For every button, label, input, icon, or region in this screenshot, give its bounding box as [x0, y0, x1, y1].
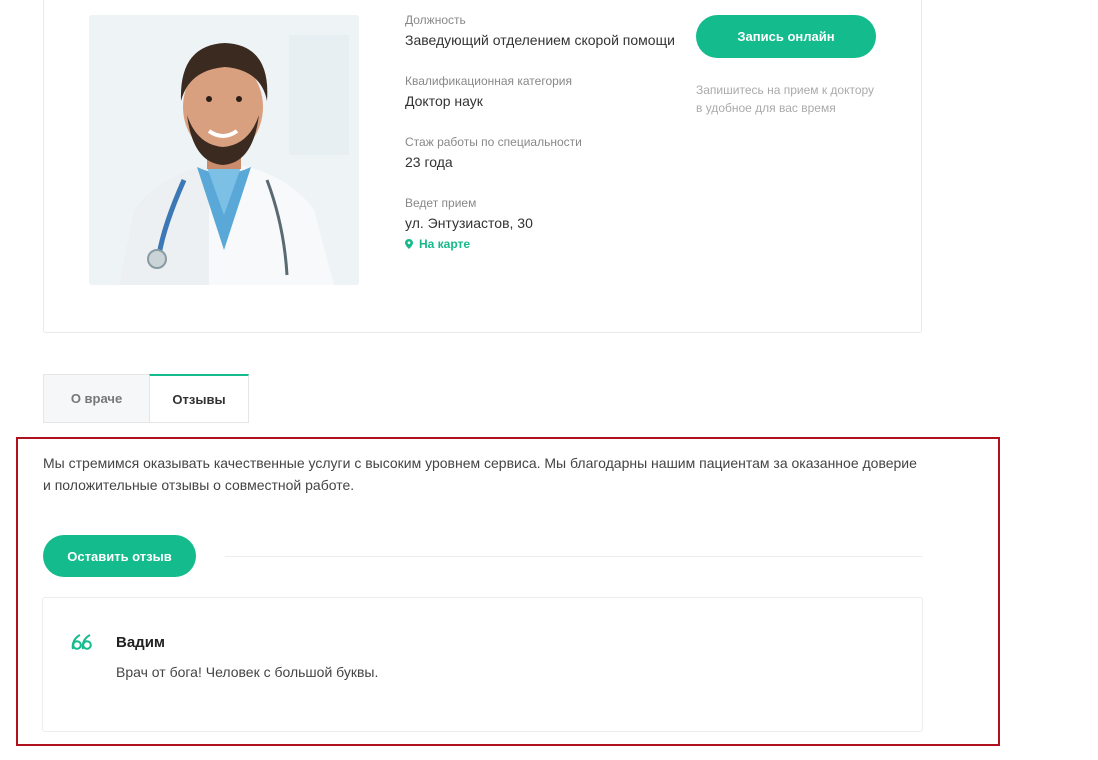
- reviewer-name: Вадим: [116, 634, 166, 651]
- map-link[interactable]: На карте: [405, 237, 675, 251]
- map-link-label: На карте: [419, 237, 471, 251]
- review-text: Врач от бога! Человек с большой буквы.: [116, 664, 379, 680]
- address-value: ул. Энтузиастов, 30: [405, 215, 533, 231]
- divider: [225, 556, 922, 557]
- review-card: Вадим Врач от бога! Человек с большой бу…: [42, 597, 923, 732]
- doctor-photo: [89, 15, 359, 285]
- position-value: Заведующий отделением скорой помощи: [405, 32, 675, 48]
- leave-review-button[interactable]: Оставить отзыв: [43, 535, 196, 577]
- category-label: Квалификационная категория: [405, 74, 573, 88]
- reviews-intro: Мы стремимся оказывать качественные услу…: [43, 455, 917, 493]
- experience-label: Стаж работы по специальности: [405, 135, 582, 149]
- quote-icon: [71, 634, 92, 650]
- doctor-info: Должность Заведующий отделением скорой п…: [405, 12, 675, 273]
- map-pin-icon: [405, 239, 413, 249]
- tabs: О враче Отзывы: [43, 374, 249, 423]
- doctor-portrait-icon: [89, 15, 359, 285]
- booking-hint: Запишитесь на прием к доктору в удобное …: [696, 83, 875, 115]
- address-label: Ведет прием: [405, 196, 477, 210]
- position-label: Должность: [405, 13, 466, 27]
- tab-about-doctor[interactable]: О враче: [43, 374, 149, 423]
- experience-value: 23 года: [405, 154, 453, 170]
- tab-reviews[interactable]: Отзывы: [149, 374, 249, 423]
- book-online-button[interactable]: Запись онлайн: [696, 15, 876, 58]
- category-value: Доктор наук: [405, 93, 483, 109]
